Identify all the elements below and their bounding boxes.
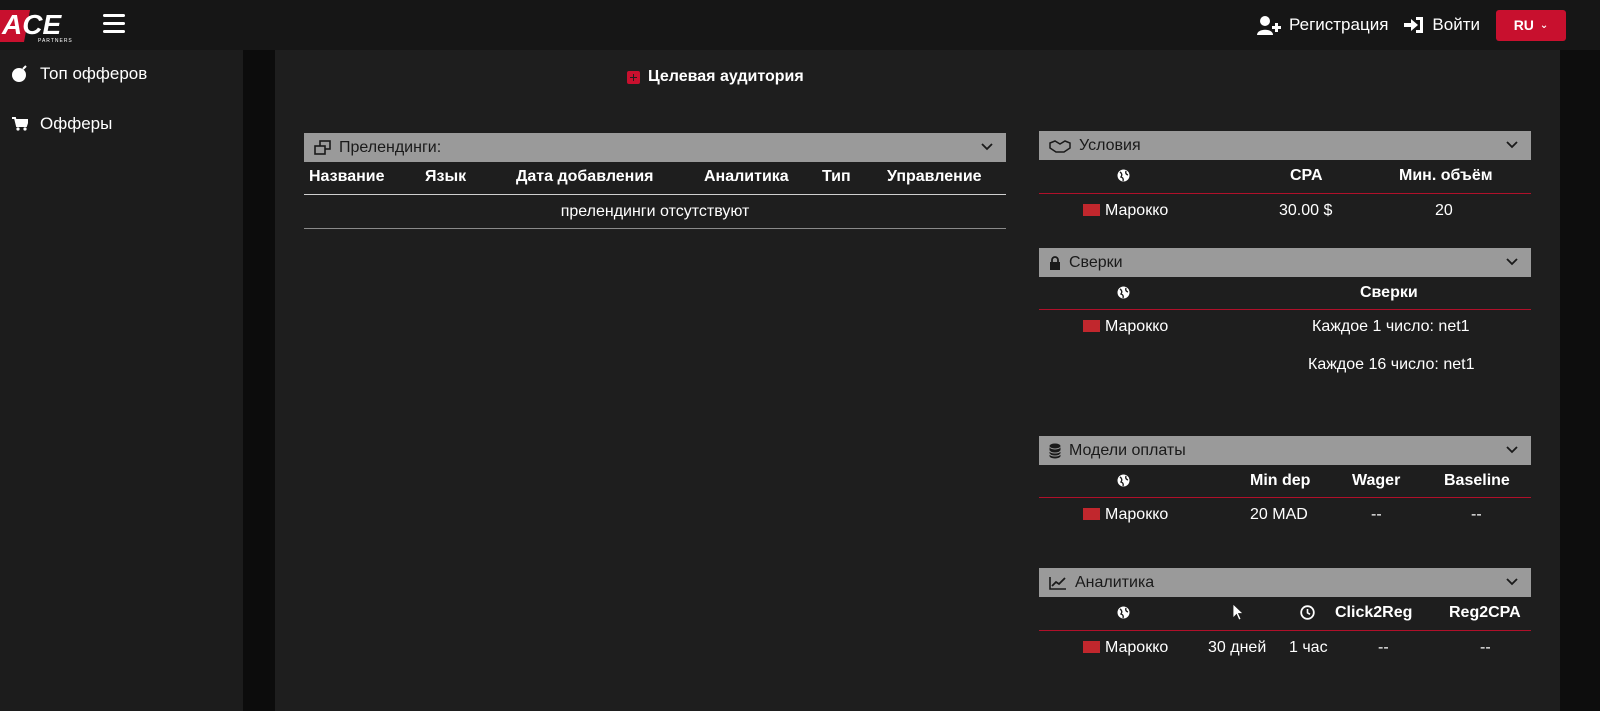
- conditions-panel-header[interactable]: Условия: [1039, 131, 1531, 160]
- layout-gap: [243, 50, 275, 711]
- country-cell: Марокко: [1083, 506, 1168, 524]
- menu-toggle-icon[interactable]: [103, 14, 125, 34]
- chevron-down-icon[interactable]: [1505, 255, 1519, 269]
- column-header-min-dep[interactable]: Min dep: [1250, 472, 1310, 490]
- svg-text:ACE: ACE: [1, 9, 62, 40]
- column-header-date-added[interactable]: Дата добавления: [516, 168, 654, 186]
- column-header-reg2cpa[interactable]: Reg2CPA: [1449, 604, 1521, 622]
- handshake-icon: [1049, 139, 1071, 153]
- payment-models-title: Модели оплаты: [1069, 441, 1186, 459]
- plus-square-icon: [627, 70, 640, 84]
- ace-partners-logo[interactable]: ACE PARTNERS: [0, 8, 84, 44]
- country-name: Марокко: [1105, 318, 1169, 335]
- column-header-management[interactable]: Управление: [887, 168, 982, 186]
- main-content: Целевая аудитория Прелендинги: Название …: [275, 50, 1560, 711]
- country-cell: Марокко: [1083, 318, 1168, 336]
- divider: [1039, 630, 1531, 631]
- divider: [1039, 309, 1531, 310]
- globe-icon: [1117, 474, 1130, 487]
- user-plus-icon: [1257, 16, 1282, 35]
- top-bar: ACE PARTNERS Регистрация Войти RU ⌄: [0, 0, 1600, 50]
- reconciliation-line: Каждое 1 число: net1: [1312, 318, 1470, 335]
- country-name: Марокко: [1105, 202, 1169, 219]
- globe-icon: [1117, 169, 1130, 182]
- language-select[interactable]: RU ⌄: [1496, 9, 1566, 41]
- period-value: 30 дней: [1208, 639, 1267, 656]
- cpa-value: 30.00 $: [1279, 202, 1333, 219]
- column-header-name[interactable]: Название: [309, 168, 385, 186]
- prelandings-panel-header[interactable]: Прелендинги:: [304, 133, 1006, 162]
- reconciliation-panel-header[interactable]: Сверки: [1039, 248, 1531, 277]
- target-audience-toggle[interactable]: Целевая аудитория: [627, 68, 804, 86]
- reg2cpa-value: --: [1480, 639, 1491, 656]
- chevron-down-icon[interactable]: [980, 140, 994, 154]
- sidebar-item-label: Офферы: [40, 114, 113, 133]
- svg-text:PARTNERS: PARTNERS: [38, 38, 73, 44]
- sidebar-item-top-offers[interactable]: Топ офферов: [0, 64, 147, 84]
- analytics-panel-header[interactable]: Аналитика: [1039, 568, 1531, 597]
- windows-icon: [314, 140, 331, 155]
- divider: [304, 228, 1006, 229]
- register-label: Регистрация: [1289, 15, 1389, 34]
- column-header-reconciliation[interactable]: Сверки: [1360, 284, 1418, 302]
- column-header-cpa[interactable]: CPA: [1290, 167, 1323, 185]
- click2reg-value: --: [1378, 639, 1389, 656]
- country-cell: Марокко: [1083, 639, 1168, 657]
- min-volume-value: 20: [1435, 202, 1453, 219]
- cart-icon: [0, 117, 40, 131]
- chevron-down-icon[interactable]: [1505, 443, 1519, 457]
- time-value: 1 час: [1289, 639, 1328, 656]
- sign-in-icon: [1404, 17, 1424, 33]
- sidebar-item-offers[interactable]: Офферы: [0, 114, 112, 134]
- morocco-flag-icon: [1083, 641, 1100, 653]
- chevron-down-icon[interactable]: [1505, 138, 1519, 152]
- column-header-analytics[interactable]: Аналитика: [704, 168, 789, 186]
- clock-icon: [1300, 605, 1315, 620]
- scrollbar-track[interactable]: [1560, 50, 1600, 711]
- column-header-wager[interactable]: Wager: [1352, 472, 1400, 490]
- globe-icon: [1117, 286, 1130, 299]
- prelandings-title: Прелендинги:: [339, 138, 442, 156]
- conditions-title: Условия: [1079, 136, 1141, 154]
- language-value: RU: [1513, 17, 1534, 33]
- column-header-min-volume[interactable]: Мин. объём: [1399, 167, 1493, 185]
- reconciliation-title: Сверки: [1069, 253, 1123, 271]
- target-audience-label: Целевая аудитория: [648, 68, 804, 85]
- sidebar: Топ офферов Офферы: [0, 50, 243, 711]
- column-header-type[interactable]: Тип: [822, 168, 851, 186]
- wager-value: --: [1371, 506, 1382, 523]
- column-header-click2reg[interactable]: Click2Reg: [1335, 604, 1412, 622]
- lock-icon: [1049, 255, 1061, 270]
- chevron-down-icon: ⌄: [1539, 19, 1549, 31]
- column-header-baseline[interactable]: Baseline: [1444, 472, 1510, 490]
- reconciliation-line: Каждое 16 число: net1: [1308, 356, 1475, 373]
- payment-models-panel-header[interactable]: Модели оплаты: [1039, 436, 1531, 465]
- analytics-title: Аналитика: [1075, 573, 1155, 591]
- cursor-pointer-icon: [1232, 603, 1244, 621]
- sidebar-item-label: Топ офферов: [40, 64, 148, 83]
- country-cell: Марокко: [1083, 202, 1168, 220]
- login-link[interactable]: Войти: [1404, 15, 1480, 35]
- baseline-value: --: [1471, 506, 1482, 523]
- morocco-flag-icon: [1083, 508, 1100, 520]
- divider: [1039, 193, 1531, 194]
- prelandings-empty-text: прелендинги отсутствуют: [560, 203, 750, 220]
- register-link[interactable]: Регистрация: [1257, 15, 1388, 35]
- column-header-language[interactable]: Язык: [425, 168, 466, 186]
- globe-icon: [1117, 606, 1130, 619]
- login-label: Войти: [1432, 15, 1480, 34]
- bomb-icon: [0, 65, 40, 83]
- morocco-flag-icon: [1083, 320, 1100, 332]
- min-dep-value: 20 MAD: [1250, 506, 1308, 523]
- country-name: Марокко: [1105, 639, 1169, 656]
- database-icon: [1049, 443, 1061, 459]
- line-chart-icon: [1049, 576, 1067, 590]
- chevron-down-icon[interactable]: [1505, 575, 1519, 589]
- divider: [304, 194, 1006, 195]
- morocco-flag-icon: [1083, 204, 1100, 216]
- divider: [1039, 497, 1531, 498]
- country-name: Марокко: [1105, 506, 1169, 523]
